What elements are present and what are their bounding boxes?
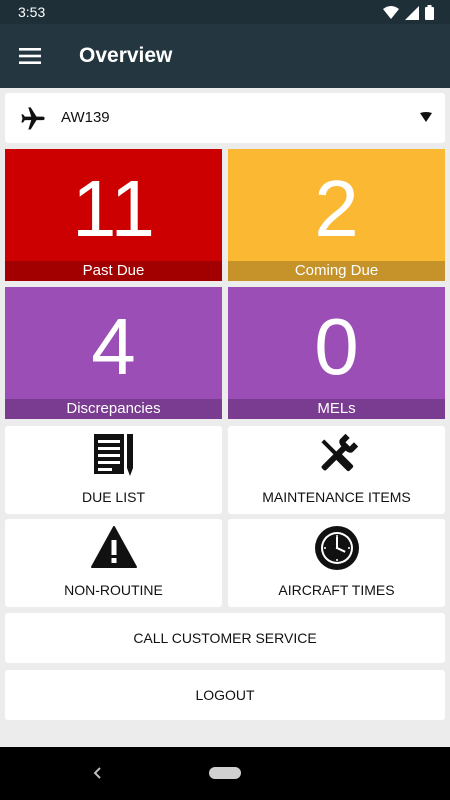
due-list-button[interactable]: DUE LIST [5,426,222,514]
status-icons [383,5,434,20]
logout-button[interactable]: LOGOUT [5,670,445,720]
home-pill-icon[interactable] [209,767,241,779]
past-due-label: Past Due [5,261,222,281]
mels-label: MELs [228,399,445,419]
battery-icon [425,5,434,20]
mels-tile[interactable]: 0 MELs [228,287,445,419]
aircraft-selector[interactable]: AW139 [5,93,445,143]
non-routine-button[interactable]: NON-ROUTINE [5,519,222,607]
status-time: 3:53 [18,4,46,20]
discrepancies-label: Discrepancies [5,399,222,419]
warning-icon [90,526,137,568]
app-bar: Overview [0,24,450,88]
mels-count: 0 [314,302,359,391]
wifi-icon [383,5,399,19]
maintenance-items-label: MAINTENANCE ITEMS [262,489,411,505]
tools-icon [320,433,358,472]
hamburger-menu-icon [19,48,41,64]
menu-button[interactable] [16,42,44,70]
non-routine-label: NON-ROUTINE [64,582,163,598]
past-due-tile[interactable]: 11 Past Due [5,149,222,281]
coming-due-label: Coming Due [228,261,445,281]
caret-down-icon [420,112,432,122]
system-nav-bar [0,747,450,800]
discrepancies-tile[interactable]: 4 Discrepancies [5,287,222,419]
coming-due-tile[interactable]: 2 Coming Due [228,149,445,281]
clock-icon [314,526,359,570]
past-due-count: 11 [71,164,156,253]
aircraft-selector-value: AW139 [61,109,110,126]
aircraft-times-button[interactable]: AIRCRAFT TIMES [228,519,445,607]
checklist-icon [93,434,133,476]
page-title: Overview [79,44,173,67]
back-chevron-icon[interactable] [88,763,108,783]
due-list-label: DUE LIST [81,489,145,505]
coming-due-count: 2 [314,164,359,253]
status-bar: 3:53 [0,0,450,24]
cell-signal-icon [405,5,419,20]
aircraft-times-label: AIRCRAFT TIMES [278,582,395,598]
call-customer-service-button[interactable]: CALL CUSTOMER SERVICE [5,613,445,663]
maintenance-items-button[interactable]: MAINTENANCE ITEMS [228,426,445,514]
discrepancies-count: 4 [91,302,136,391]
airplane-icon [21,107,45,130]
